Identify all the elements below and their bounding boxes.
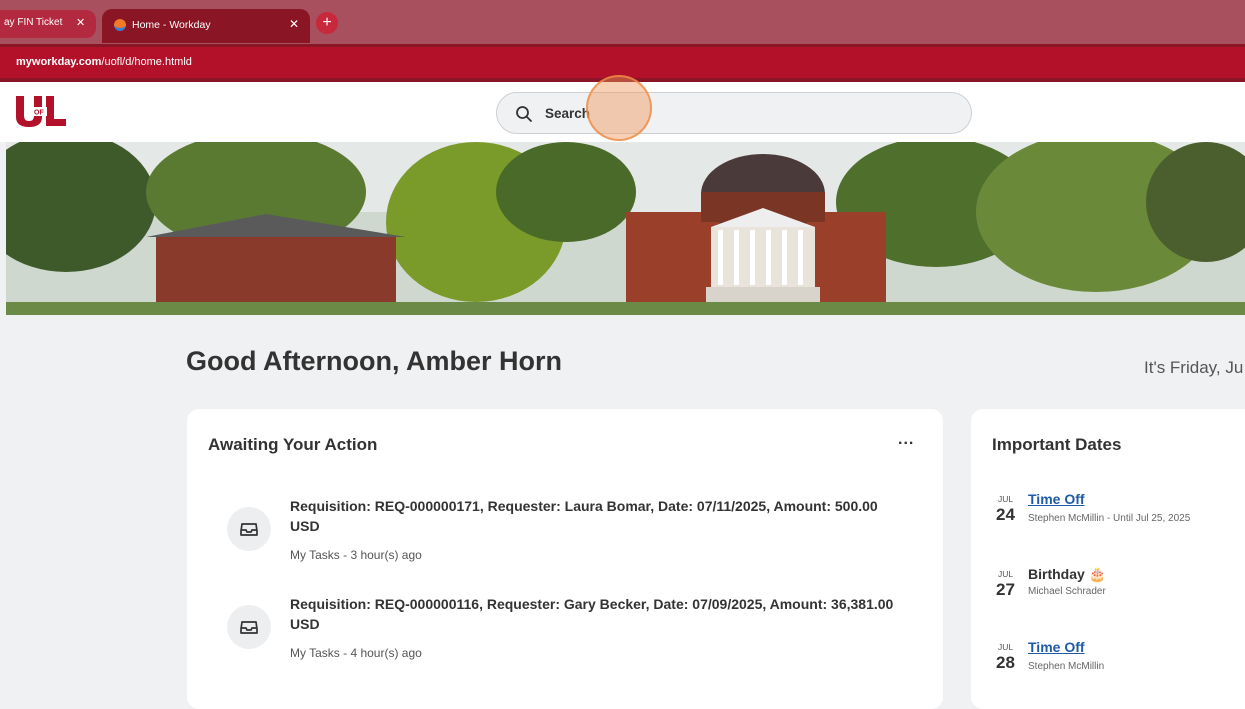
cursor-highlight (586, 75, 652, 141)
search-icon (516, 106, 532, 122)
awaiting-action-card: Awaiting Your Action ... Requisition: RE… (187, 409, 943, 709)
new-tab-button[interactable]: + (316, 12, 338, 34)
browser-tab-home-workday[interactable]: Home - Workday ✕ (102, 9, 310, 43)
url-text: myworkday.com/uofl/d/home.htmld (16, 56, 192, 68)
browser-tab-fin-ticket[interactable]: ay FIN Ticket ✕ (0, 10, 96, 38)
date-text: It's Friday, Ju (1144, 358, 1244, 377)
event-title: Birthday 🎂 (1028, 566, 1107, 582)
tab-label: ay FIN Ticket (4, 17, 63, 28)
task-meta: My Tasks - 3 hour(s) ago (290, 548, 422, 562)
more-options-icon[interactable]: ... (898, 431, 914, 449)
address-bar[interactable]: myworkday.com/uofl/d/home.htmld (0, 44, 1245, 78)
inbox-icon (227, 507, 271, 551)
search-placeholder: Search (545, 106, 591, 121)
event-day: 27 (996, 580, 1015, 599)
workday-favicon-icon (114, 19, 126, 31)
url-path: /uofl/d/home.htmld (101, 56, 192, 68)
event-subtitle: Michael Schrader (1028, 586, 1106, 597)
svg-text:OF: OF (34, 110, 44, 117)
close-icon[interactable]: ✕ (289, 17, 299, 31)
event-day: 24 (996, 505, 1015, 524)
search-bar[interactable]: Search (496, 92, 972, 134)
event-subtitle: Stephen McMillin (1028, 661, 1105, 672)
event-title-link[interactable]: Time Off (1028, 639, 1085, 655)
url-host: myworkday.com (16, 56, 102, 68)
card-title: Important Dates (992, 435, 1122, 454)
event-month: JUL (998, 569, 1014, 579)
task-meta: My Tasks - 4 hour(s) ago (290, 646, 422, 660)
event-month: JUL (998, 642, 1014, 652)
event-subtitle: Stephen McMillin - Until Jul 25, 2025 (1028, 513, 1191, 524)
inbox-icon (227, 605, 271, 649)
greeting-heading: Good Afternoon, Amber Horn (186, 346, 562, 376)
event-title-link[interactable]: Time Off (1028, 491, 1085, 507)
task-title[interactable]: Requisition: REQ-000000116, Requester: G… (290, 594, 900, 634)
task-title[interactable]: Requisition: REQ-000000171, Requester: L… (290, 496, 900, 536)
event-day: 28 (996, 653, 1015, 672)
browser-tab-strip: ay FIN Ticket ✕ Home - Workday ✕ + (0, 0, 1245, 44)
important-dates-card: Important Dates JUL 24 Time Off Stephen … (971, 409, 1245, 709)
tab-label: Home - Workday (132, 19, 211, 31)
uofl-logo-icon[interactable]: OF (14, 94, 70, 128)
card-title: Awaiting Your Action (208, 435, 378, 454)
event-month: JUL (998, 494, 1014, 504)
campus-banner-image (6, 142, 1245, 315)
close-icon[interactable]: ✕ (76, 16, 85, 29)
